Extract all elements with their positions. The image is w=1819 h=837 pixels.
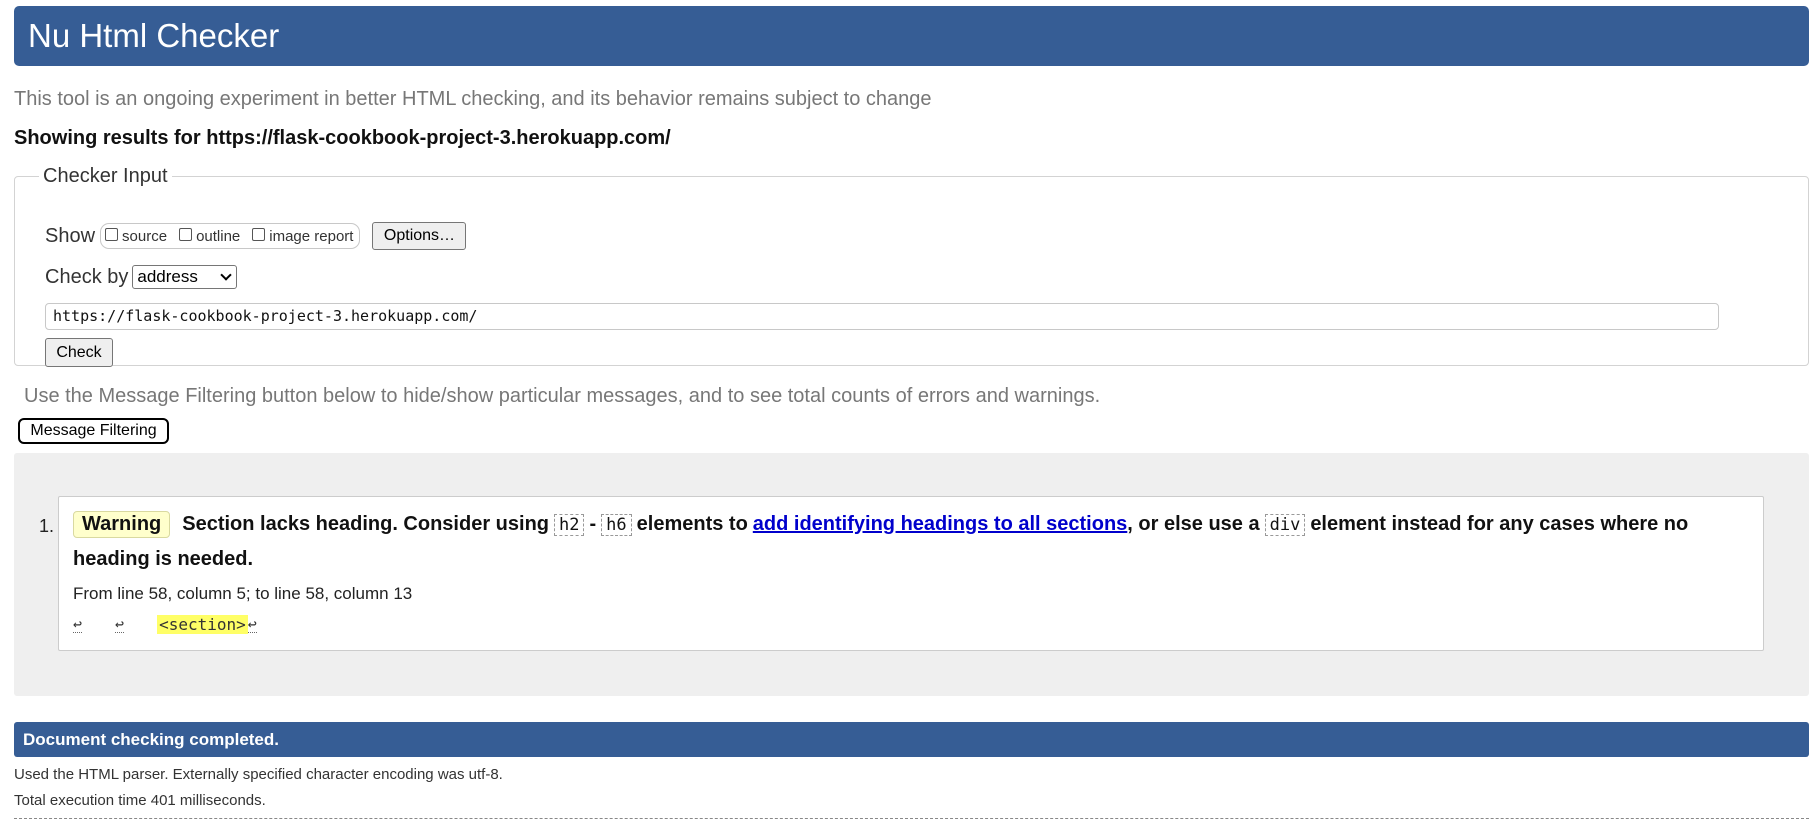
warning-badge: Warning xyxy=(73,511,171,538)
options-button[interactable]: Options… xyxy=(372,222,467,250)
message-text-line-1: Warning Section lacks heading. Consider … xyxy=(73,511,1688,538)
message-extract: ↩ ↩ <section> ↩ xyxy=(73,615,257,634)
page-title: Nu Html Checker xyxy=(28,17,280,54)
check-by-select[interactable]: address xyxy=(132,265,238,289)
filter-instructions: Use the Message Filtering button below t… xyxy=(24,385,1101,407)
message-location: From line 58, column 5; to line 58, colu… xyxy=(73,584,413,603)
message-text-b: elements to xyxy=(636,513,748,535)
parser-info: Used the HTML parser. Externally specifi… xyxy=(14,766,503,783)
intro-text: This tool is an ongoing experiment in be… xyxy=(14,88,932,110)
return-glyph-icon: ↩ xyxy=(115,615,125,633)
page-header: Nu Html Checker xyxy=(14,6,1809,66)
checker-input-fieldset: Checker Input Show source outline image … xyxy=(14,165,1809,367)
show-image-report-option[interactable]: image report xyxy=(252,227,354,245)
check-by-row: Check by address xyxy=(45,265,238,289)
code-div: div xyxy=(1264,513,1306,536)
results-panel: 1. Warning Section lacks heading. Consid… xyxy=(14,453,1809,696)
show-outline-option[interactable]: outline xyxy=(179,227,241,245)
message-text-a: Section lacks heading. Consider using xyxy=(182,513,549,535)
url-input[interactable]: https://flask-cookbook-project-3.herokua… xyxy=(45,303,1719,330)
checking-completed-bar: Document checking completed. xyxy=(14,722,1809,757)
outline-checkbox[interactable] xyxy=(179,227,193,241)
show-source-option[interactable]: source xyxy=(105,227,168,245)
results-for-heading: Showing results for https://flask-cookbo… xyxy=(14,127,671,149)
message-number: 1. xyxy=(39,516,55,536)
check-by-label: Check by xyxy=(45,265,129,288)
show-row: Show source outline image report Options… xyxy=(45,222,467,250)
show-label: Show xyxy=(45,224,96,247)
return-glyph-icon: ↩ xyxy=(247,615,257,633)
message-filtering-button[interactable]: Message Filtering xyxy=(18,418,169,444)
show-options-group: source outline image report xyxy=(100,223,361,249)
message-text-line-2: heading is needed. xyxy=(73,548,254,570)
image-report-checkbox[interactable] xyxy=(252,227,266,241)
check-by-selected-value: address xyxy=(137,267,198,286)
headings-link[interactable]: add identifying headings to all sections xyxy=(753,513,1128,536)
source-checkbox-label: source xyxy=(122,227,168,245)
return-glyph-icon: ↩ xyxy=(73,615,83,633)
message-text-d: element instead for any cases where no xyxy=(1310,513,1689,535)
image-report-checkbox-label: image report xyxy=(269,227,354,245)
check-button[interactable]: Check xyxy=(45,338,113,367)
code-dash: - xyxy=(589,513,597,535)
code-h6: h6 xyxy=(601,513,632,536)
message-text-c: , or else use a xyxy=(1127,513,1260,535)
code-h2: h2 xyxy=(554,513,585,536)
outline-checkbox-label: outline xyxy=(196,227,241,245)
execution-time: Total execution time 401 milliseconds. xyxy=(14,792,266,809)
source-checkbox[interactable] xyxy=(105,227,119,241)
chevron-down-icon xyxy=(220,268,233,281)
checker-input-legend: Checker Input xyxy=(43,165,168,187)
footer-divider xyxy=(14,818,1809,819)
highlighted-section-tag: <section> xyxy=(157,615,248,634)
message-item: Warning Section lacks heading. Consider … xyxy=(58,496,1764,651)
